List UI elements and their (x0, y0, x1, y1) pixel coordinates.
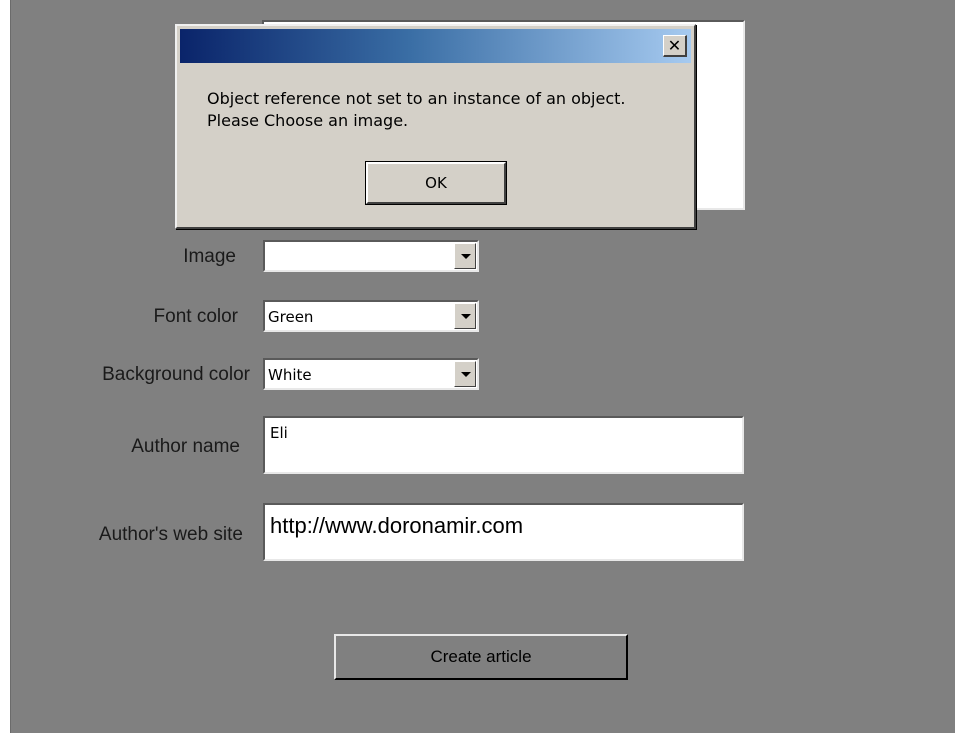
font-color-select-value: Green (268, 308, 314, 326)
author-name-value: Eli (270, 424, 288, 442)
chevron-down-icon[interactable] (454, 361, 476, 387)
font-color-label: Font color (153, 306, 238, 327)
dialog-message-line2: Please Choose an image. (207, 111, 409, 130)
author-site-value: http://www.doronamir.com (270, 513, 524, 538)
error-dialog: ✕ Object reference not set to an instanc… (175, 24, 696, 229)
author-site-input[interactable]: http://www.doronamir.com (263, 503, 744, 561)
image-label: Image (183, 246, 236, 267)
background-color-label: Background color (102, 364, 250, 385)
author-name-input[interactable]: Eli (263, 416, 744, 474)
background-color-select-value: White (268, 366, 312, 384)
author-site-label: Author's web site (98, 524, 243, 545)
create-article-button[interactable]: Create article (334, 634, 628, 680)
background-color-select[interactable]: White (263, 358, 479, 390)
chevron-down-icon[interactable] (454, 303, 476, 329)
image-select[interactable] (263, 240, 479, 272)
dialog-message: Object reference not set to an instance … (207, 88, 625, 132)
author-name-label: Author name (131, 436, 240, 457)
chevron-down-icon[interactable] (454, 243, 476, 269)
ok-button[interactable]: OK (365, 161, 507, 205)
dialog-message-line1: Object reference not set to an instance … (207, 89, 626, 108)
dialog-titlebar[interactable]: ✕ (180, 29, 691, 63)
close-icon[interactable]: ✕ (663, 35, 687, 57)
font-color-select[interactable]: Green (263, 300, 479, 332)
